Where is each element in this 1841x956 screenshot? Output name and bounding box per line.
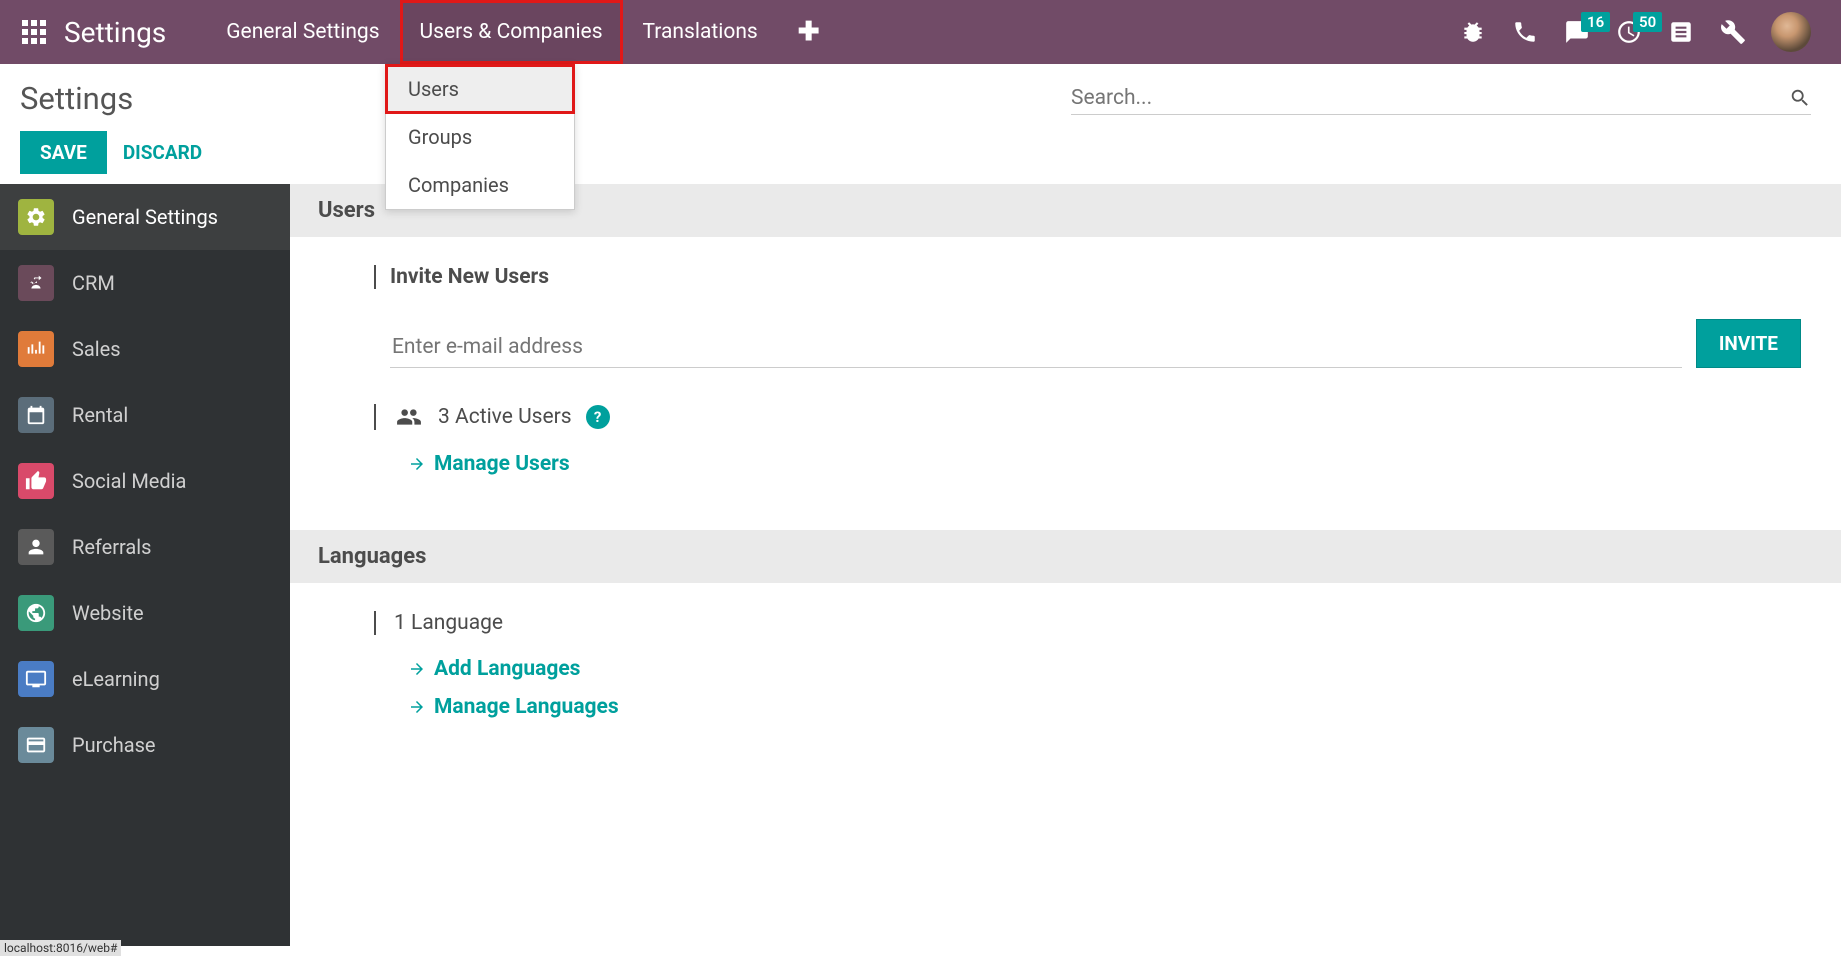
sidebar-item-label: Sales [72,337,121,361]
help-icon[interactable]: ? [586,405,610,429]
sidebar-item-crm[interactable]: CRM [0,250,290,316]
sidebar-item-label: Rental [72,403,128,427]
sidebar-item-elearning[interactable]: eLearning [0,646,290,712]
avatar[interactable] [1771,12,1811,52]
settings-sidebar: General Settings CRM Sales Rental Social… [0,184,290,946]
sidebar-item-label: Purchase [72,733,156,757]
nav-translations[interactable]: Translations [623,0,778,64]
card-icon [18,727,54,763]
person-icon [18,529,54,565]
users-icon [394,404,424,430]
gear-icon [18,199,54,235]
monitor-icon [18,661,54,697]
dropdown-item-groups[interactable]: Groups [386,113,574,161]
save-button[interactable]: SAVE [20,131,107,174]
search-icon[interactable] [1789,87,1811,109]
status-footer: localhost:8016/web# [0,940,121,956]
sidebar-item-label: Social Media [72,469,186,493]
calendar-icon [18,397,54,433]
receipt-icon[interactable] [1667,18,1695,46]
top-navbar: Settings General Settings Users & Compan… [0,0,1841,64]
sidebar-item-referrals[interactable]: Referrals [0,514,290,580]
sidebar-item-general[interactable]: General Settings [0,184,290,250]
nav-general-settings[interactable]: General Settings [206,0,399,64]
activities-badge: 50 [1633,12,1662,32]
sidebar-item-social[interactable]: Social Media [0,448,290,514]
search-input[interactable] [1071,86,1789,110]
arrow-right-icon [408,455,426,473]
nav-new-icon[interactable]: ✚ [778,0,840,64]
sidebar-item-sales[interactable]: Sales [0,316,290,382]
dropdown-item-companies[interactable]: Companies [386,161,574,209]
apps-icon[interactable] [10,0,58,64]
invite-button[interactable]: INVITE [1696,319,1801,368]
phone-icon[interactable] [1511,18,1539,46]
clock-icon[interactable]: 50 [1615,18,1643,46]
manage-users-link[interactable]: Manage Users [408,452,1801,476]
discard-button[interactable]: DISCARD [123,141,202,164]
dropdown-item-users[interactable]: Users [386,65,574,113]
email-field[interactable] [390,327,1682,368]
sidebar-item-label: General Settings [72,205,218,229]
language-count: 1 Language [394,611,503,635]
sidebar-item-label: Website [72,601,144,625]
content-area: Users Invite New Users INVITE 3 Active U… [290,184,1841,946]
chat-icon[interactable]: 16 [1563,18,1591,46]
nav-users-companies[interactable]: Users & Companies [400,0,623,64]
globe-icon [18,595,54,631]
chart-icon [18,331,54,367]
arrow-right-icon [408,698,426,716]
arrow-right-icon [408,660,426,678]
search-bar [1071,82,1811,115]
handshake-icon [18,265,54,301]
sidebar-item-purchase[interactable]: Purchase [0,712,290,778]
bug-icon[interactable] [1459,18,1487,46]
sidebar-item-label: CRM [72,271,115,295]
chat-badge: 16 [1581,12,1610,32]
manage-languages-link[interactable]: Manage Languages [408,695,1801,719]
sidebar-item-label: eLearning [72,667,160,691]
sidebar-item-rental[interactable]: Rental [0,382,290,448]
wrench-icon[interactable] [1719,18,1747,46]
thumbs-up-icon [18,463,54,499]
active-users-count: 3 Active Users [438,405,572,429]
section-header-languages: Languages [290,530,1841,583]
add-languages-link[interactable]: Add Languages [408,657,1801,681]
app-title: Settings [64,16,166,49]
sidebar-item-website[interactable]: Website [0,580,290,646]
sidebar-item-label: Referrals [72,535,151,559]
invite-users-title: Invite New Users [374,265,1801,289]
users-companies-dropdown: Users Groups Companies [385,64,575,210]
